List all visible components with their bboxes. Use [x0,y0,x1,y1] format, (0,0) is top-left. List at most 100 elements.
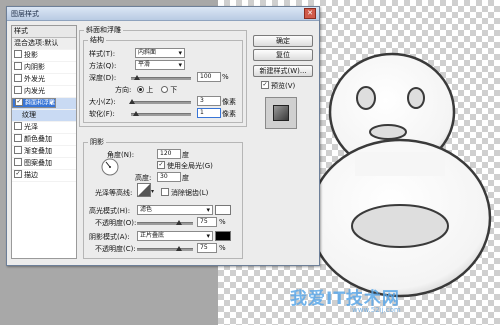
highlight-opacity-input[interactable]: 75 [197,217,217,227]
global-light-option[interactable]: ✓ 使用全局光(G) [157,161,213,171]
highlight-color-swatch[interactable] [215,205,231,215]
anti-aliased-option[interactable]: 消除锯齿(L) [161,188,208,198]
ok-button[interactable]: 确定 [253,35,313,47]
bevel-style-select[interactable]: 内斜面 [135,48,185,58]
shadow-opacity-knob[interactable] [176,246,182,251]
altitude-input[interactable]: 30 [157,172,181,182]
style-item[interactable]: 图案叠加 [12,158,76,170]
bevel-style-value: 内斜面 [138,49,157,56]
style-item[interactable]: 内阴影 [12,62,76,74]
technique-value: 平滑 [138,61,151,68]
style-item[interactable]: 渐变叠加 [12,146,76,158]
left-eye-hole [356,86,376,110]
soften-label: 软化(F): [89,110,115,118]
watermark-url: www.52ij.com [352,306,401,314]
direction-down-label: 下 [170,86,178,94]
style-item[interactable]: 外发光 [12,74,76,86]
shadow-mode-label: 阴影模式(A): [89,233,130,241]
direction-down-radio[interactable] [161,85,168,93]
style-item[interactable]: 内发光 [12,86,76,98]
shadow-mode-select[interactable]: 正片叠底 [137,231,213,241]
style-item-checkbox[interactable]: ✓ [14,170,22,178]
shadow-mode-value: 正片叠底 [140,232,165,239]
style-item-checkbox[interactable] [14,122,22,130]
style-item[interactable]: 投影 [12,50,76,62]
layer-style-dialog: 图层样式 ✕ 样式 混合选项:默认投影内阴影外发光内发光✓斜面和浮雕等高线纹理光… [6,6,320,266]
soften-value: 1 [200,109,204,116]
style-item-label: 纹理 [22,111,36,119]
soften-input[interactable]: 1 [197,108,221,118]
style-item-checkbox[interactable] [14,86,22,94]
direction-up-radio[interactable] [137,85,144,93]
style-preview-thumbnail [265,97,297,129]
style-item[interactable]: 混合选项:默认 [12,38,76,50]
embossed-figure-eight [308,52,492,298]
style-item-label: 颜色叠加 [24,135,52,143]
style-item[interactable]: 颜色叠加 [12,134,76,146]
bevel-section-title: 斜面和浮雕 [86,26,121,34]
direction-up-option[interactable]: 上 [137,85,153,95]
depth-slider[interactable] [131,75,191,80]
angle-input[interactable]: 120 [157,149,181,159]
anti-aliased-checkbox[interactable] [161,188,169,196]
close-icon[interactable]: ✕ [304,8,316,19]
styles-list: 混合选项:默认投影内阴影外发光内发光✓斜面和浮雕等高线纹理光泽颜色叠加渐变叠加图… [12,38,76,182]
soften-unit: 像素 [222,110,236,118]
highlight-mode-value: 滤色 [140,206,153,213]
mouth-hole [369,124,407,140]
size-slider[interactable] [129,99,191,104]
global-light-checkbox[interactable]: ✓ [157,161,165,169]
style-item-checkbox[interactable] [14,146,22,154]
watermark: 我爱IT技术网 www.52ij.com [290,284,401,314]
preview-option[interactable]: ✓ 预览(V) [261,81,295,91]
shadow-opacity-slider[interactable] [137,246,193,251]
style-item[interactable]: 光泽 [12,122,76,134]
style-item-checkbox[interactable] [14,74,22,82]
size-input[interactable]: 3 [197,96,221,106]
angle-dial-icon[interactable] [101,158,119,176]
shadow-opacity-value: 75 [200,244,208,251]
shadow-opacity-input[interactable]: 75 [197,243,217,253]
technique-select[interactable]: 平滑 [135,60,185,70]
altitude-value: 30 [160,173,168,180]
style-item-checkbox[interactable] [14,134,22,142]
technique-label: 方法(Q): [89,62,117,70]
style-item-label: 图案叠加 [24,159,52,167]
depth-input[interactable]: 100 [197,72,221,82]
dialog-titlebar[interactable]: 图层样式 ✕ [7,7,319,21]
highlight-opacity-knob[interactable] [176,220,182,225]
style-item-checkbox[interactable]: ✓ [15,98,23,106]
style-item[interactable]: ✓ 斜面和浮雕 [12,98,57,108]
bevel-emboss-panel: 斜面和浮雕 结构 样式(T): 内斜面 方法(Q): 平滑 深度(D): 100… [79,25,247,261]
size-label: 大小(Z): [89,98,116,106]
highlight-opacity-slider[interactable] [137,220,193,225]
soften-slider[interactable] [131,111,191,116]
preview-checkbox[interactable]: ✓ [261,81,269,89]
style-item-checkbox[interactable] [14,62,22,70]
angle-unit: 度 [182,151,189,159]
highlight-opacity-value: 75 [200,218,208,225]
depth-knob[interactable] [134,75,140,80]
shadow-opacity-unit: % [219,244,226,252]
shadow-color-swatch[interactable] [215,231,231,241]
style-item-checkbox[interactable] [14,50,22,58]
gloss-contour-icon[interactable]: ▾ [137,183,155,197]
direction-down-option[interactable]: 下 [161,85,177,95]
new-style-button[interactable]: 新建样式(W)... [253,65,313,77]
style-item-checkbox[interactable] [14,158,22,166]
style-item-label: 外发光 [24,75,45,83]
style-item-label: 混合选项:默认 [14,39,59,47]
depth-value: 100 [200,73,212,80]
altitude-label: 高度: [135,174,152,182]
style-label: 样式(T): [89,50,116,58]
style-item[interactable]: 纹理 [12,110,76,122]
reset-button[interactable]: 复位 [253,49,313,61]
preview-label: 预览(V) [271,82,296,90]
size-value: 3 [200,97,204,104]
highlight-mode-select[interactable]: 滤色 [137,205,213,215]
soften-knob[interactable] [132,111,139,116]
style-item[interactable]: ✓ 描边 [12,170,76,182]
dialog-title: 图层样式 [11,10,39,18]
size-knob[interactable] [129,99,136,104]
style-item-label: 渐变叠加 [24,147,52,155]
